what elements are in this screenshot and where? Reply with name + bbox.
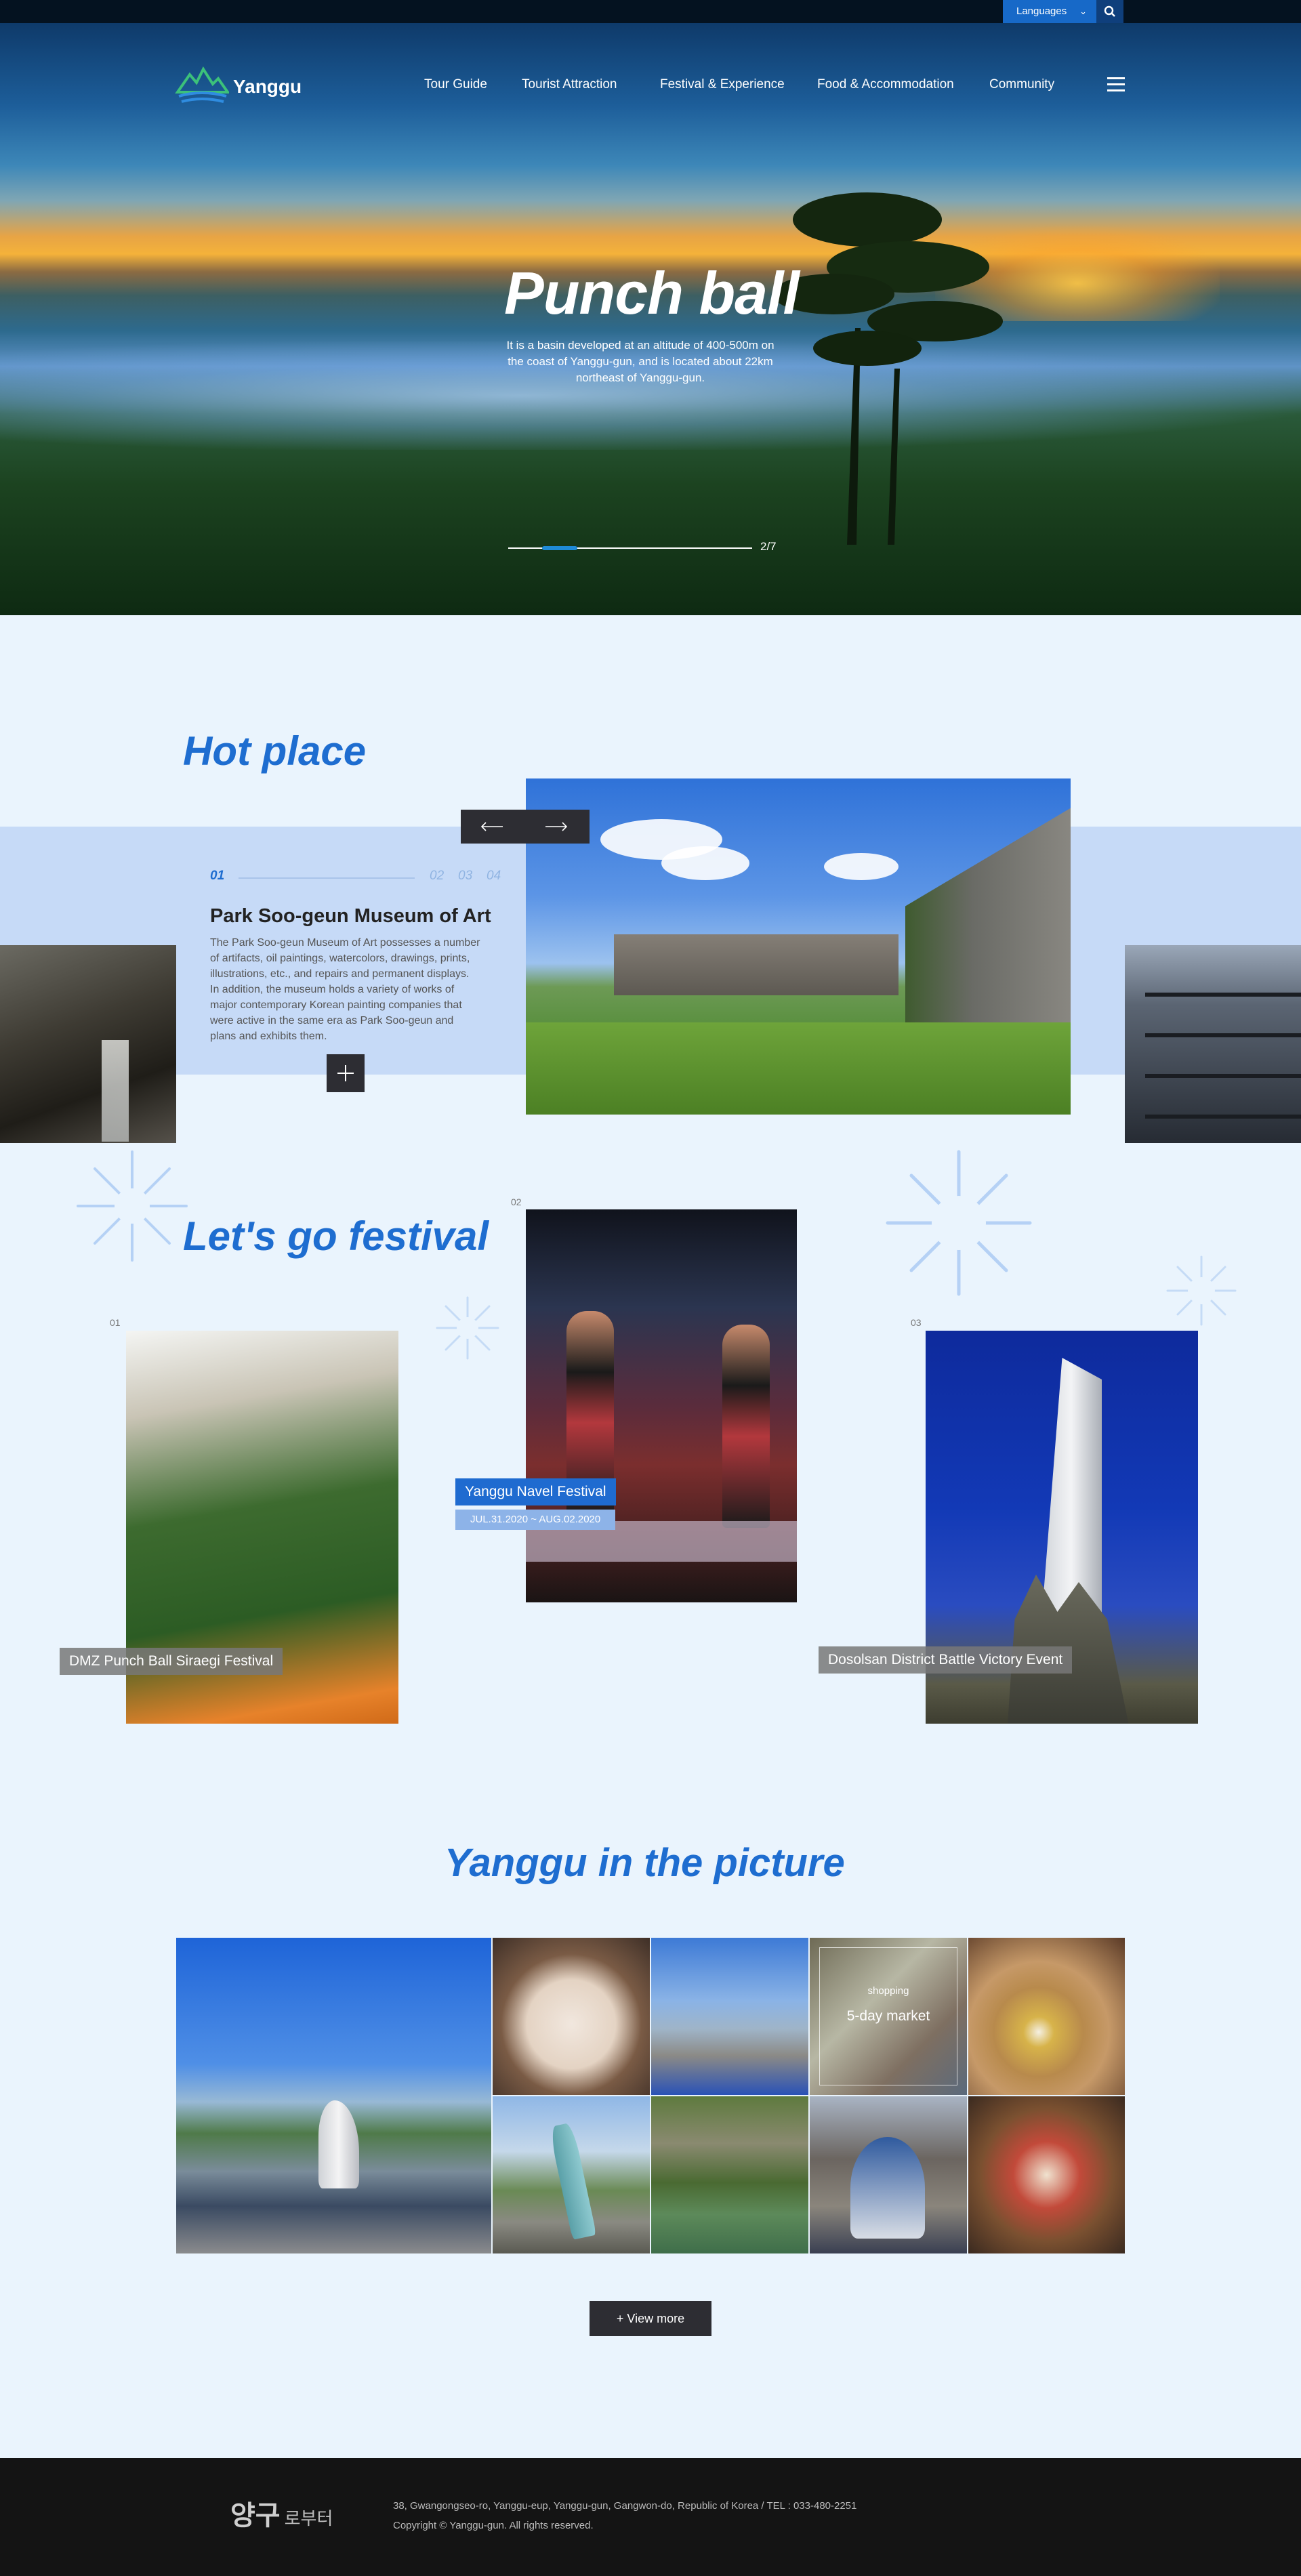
hot-place-more-button[interactable]	[327, 1054, 365, 1092]
hamburger-menu-icon[interactable]	[1107, 77, 1125, 92]
nav-food-accommodation[interactable]: Food & Accommodation	[817, 77, 954, 92]
museum-building-shape	[614, 934, 899, 995]
footer-logo-sub: 로부터	[284, 2508, 333, 2529]
arrow-right-icon	[545, 822, 568, 831]
firework-decoration	[1166, 1255, 1237, 1326]
firework-decoration	[886, 1150, 1032, 1296]
festival-number-3: 03	[911, 1317, 922, 1328]
lawn-shape	[526, 1022, 1071, 1115]
monument-tower-shape	[1041, 1358, 1102, 1629]
hot-place-arrows	[461, 810, 590, 844]
nav-community[interactable]: Community	[989, 77, 1054, 92]
picture-tile-grilled-beef[interactable]	[968, 2096, 1125, 2253]
festival-caption-2[interactable]: Yanggu Navel Festival	[455, 1478, 616, 1505]
hero-slide-counter: 2/7	[760, 540, 777, 553]
picture-title: Yanggu in the picture	[445, 1841, 845, 1885]
hero-banner: Yanggu Tour Guide Tourist Attraction Fes…	[0, 23, 1301, 615]
sculpture-shape	[318, 2100, 359, 2188]
hot-place-title: Hot place	[183, 728, 367, 774]
building-stripe	[1145, 1074, 1301, 1078]
footer-logo-main: 양구	[230, 2501, 281, 2531]
nav-festival-experience[interactable]: Festival & Experience	[660, 77, 785, 92]
main-navigation: Tour Guide Tourist Attraction Festival &…	[0, 77, 1301, 98]
festival-title: Let's go festival	[183, 1213, 489, 1259]
performer-shape	[722, 1325, 770, 1528]
picture-tile-waterfall-valley[interactable]	[651, 2096, 808, 2253]
building-stripe	[1145, 993, 1301, 997]
search-icon	[1104, 5, 1115, 17]
festival-image-2[interactable]	[526, 1209, 797, 1602]
search-button[interactable]	[1096, 0, 1123, 23]
footer-copyright: Copyright © Yanggu-gun. All rights reser…	[393, 2520, 594, 2531]
market-title: 5-day market	[846, 2008, 930, 2024]
hero-slide-progress-fill	[542, 546, 578, 550]
sign-shape	[850, 2137, 925, 2239]
nav-tour-guide[interactable]: Tour Guide	[424, 77, 487, 92]
nav-tourist-attraction[interactable]: Tourist Attraction	[522, 77, 617, 92]
hot-place-main-image[interactable]	[526, 778, 1071, 1115]
hot-place-page-4[interactable]: 04	[487, 869, 501, 884]
hero-description: It is a basin developed at an altitude o…	[506, 339, 775, 384]
festival-date-2: JUL.31.2020 ~ AUG.02.2020	[455, 1510, 616, 1530]
waterfall-shape	[102, 1040, 129, 1142]
festival-number-1: 01	[110, 1317, 121, 1328]
building-stripe	[1145, 1033, 1301, 1037]
festival-caption-3[interactable]: Dosolsan District Battle Victory Event	[819, 1646, 1073, 1674]
hot-place-next-image[interactable]	[1125, 945, 1301, 1143]
footer-address: 38, Gwangongseo-ro, Yanggu-eup, Yanggu-g…	[393, 2500, 857, 2512]
festival-number-2: 02	[511, 1197, 522, 1207]
cloud-shape	[661, 846, 749, 880]
hot-place-pagination-track	[239, 877, 415, 879]
picture-tile-cold-noodles[interactable]	[968, 1938, 1125, 2095]
footer: 양구 로부터 38, Gwangongseo-ro, Yanggu-eup, Ya…	[0, 2458, 1301, 2576]
festival-caption-1[interactable]: DMZ Punch Ball Siraegi Festival	[60, 1648, 283, 1675]
hot-place-item-title: Park Soo-geun Museum of Art	[210, 905, 491, 927]
cloud-shape	[824, 853, 899, 880]
picture-gallery: shopping 5-day market	[176, 1938, 1125, 2253]
languages-label: Languages	[1016, 5, 1067, 17]
museum-wall-shape	[905, 806, 1071, 1029]
utility-bar: Languages ⌄	[0, 0, 1301, 23]
building-stripe	[1145, 1115, 1301, 1119]
hot-place-item-description: The Park Soo-geun Museum of Art possesse…	[210, 937, 480, 1042]
picture-tile-whale-fountain[interactable]	[651, 1938, 808, 2095]
languages-dropdown[interactable]: Languages ⌄	[1003, 0, 1096, 23]
chevron-down-icon: ⌄	[1079, 6, 1087, 16]
picture-tile-bowing-statue[interactable]	[493, 2096, 650, 2253]
market-category: shopping	[867, 1985, 909, 1997]
hot-place-page-2[interactable]: 02	[430, 869, 444, 884]
footer-logo[interactable]: 양구 로부터	[230, 2493, 333, 2533]
picture-tile-fish-sign[interactable]	[810, 2096, 967, 2253]
picture-tile-lake-sculpture[interactable]	[176, 1938, 491, 2253]
arrow-left-icon	[480, 822, 503, 831]
hero-title: Punch ball	[504, 259, 800, 327]
hot-place-page-1[interactable]: 01	[210, 869, 224, 884]
picture-tile-sashimi[interactable]	[493, 1938, 650, 2095]
hot-place-pagination: 01 02 03 04	[210, 869, 501, 886]
hot-place-prev-button[interactable]	[461, 810, 525, 844]
firework-decoration	[436, 1296, 499, 1360]
hot-place-prev-image[interactable]	[0, 945, 176, 1143]
hero-slide-progress[interactable]	[508, 546, 752, 550]
hot-place-page-3[interactable]: 03	[458, 869, 472, 884]
statue-shape	[548, 2122, 597, 2240]
picture-tile-5-day-market[interactable]: shopping 5-day market	[810, 1938, 967, 2095]
view-more-button[interactable]: + View more	[590, 2301, 711, 2336]
hot-place-next-button[interactable]	[525, 810, 590, 844]
